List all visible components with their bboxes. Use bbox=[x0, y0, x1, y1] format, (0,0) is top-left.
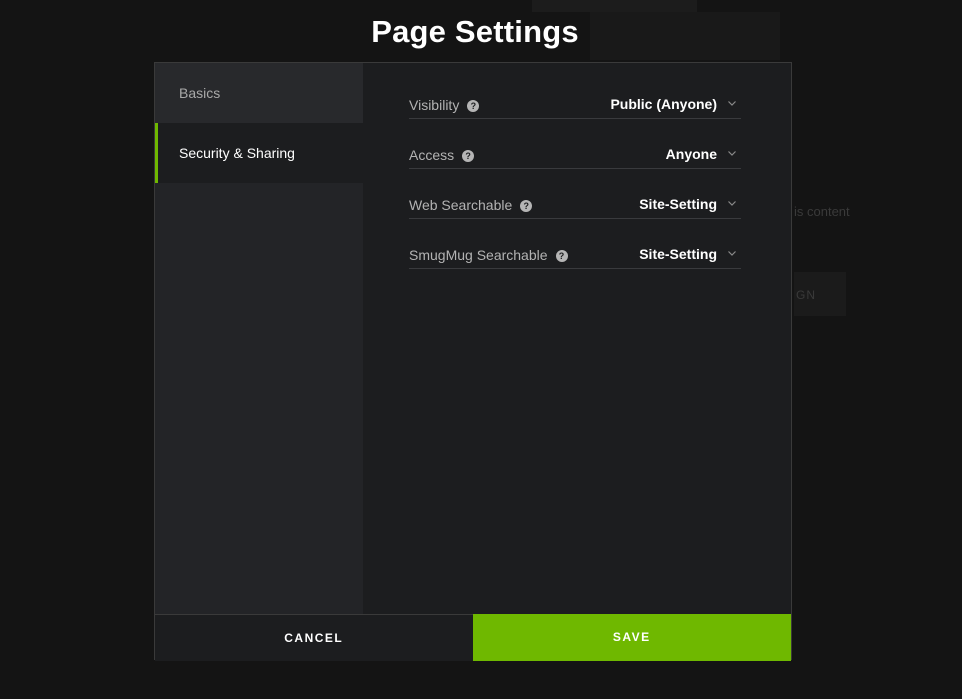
settings-content: Visibility? Public (Anyone) Access? Anyo… bbox=[409, 89, 741, 289]
setting-label: Web Searchable bbox=[409, 197, 513, 213]
web-searchable-select[interactable]: Site-Setting bbox=[639, 189, 741, 219]
setting-label: Visibility bbox=[409, 97, 460, 113]
chevron-down-icon bbox=[728, 201, 736, 206]
setting-label: SmugMug Searchable bbox=[409, 247, 548, 263]
select-value: Site-Setting bbox=[639, 246, 717, 262]
setting-label: Access bbox=[409, 147, 455, 163]
visibility-select[interactable]: Public (Anyone) bbox=[610, 89, 741, 119]
setting-row-smugmug-searchable: SmugMug Searchable? Site-Setting bbox=[409, 239, 741, 269]
help-icon[interactable]: ? bbox=[467, 100, 480, 112]
settings-sidebar: Basics Security & Sharing bbox=[155, 63, 363, 614]
page-settings-dialog: Basics Security & Sharing Visibility? Pu… bbox=[154, 62, 792, 661]
chevron-down-icon bbox=[728, 101, 736, 106]
access-select[interactable]: Anyone bbox=[666, 139, 741, 169]
select-value: Site-Setting bbox=[639, 196, 717, 212]
save-button[interactable]: SAVE bbox=[472, 614, 791, 661]
help-icon[interactable]: ? bbox=[555, 250, 568, 262]
sidebar-item-label: Security & Sharing bbox=[179, 145, 295, 161]
sidebar-item-basics[interactable]: Basics bbox=[155, 63, 363, 123]
background-element bbox=[532, 0, 697, 12]
sidebar-item-label: Basics bbox=[179, 85, 221, 101]
setting-row-access: Access? Anyone bbox=[409, 139, 741, 169]
smugmug-searchable-select[interactable]: Site-Setting bbox=[639, 239, 741, 269]
setting-row-web-searchable: Web Searchable? Site-Setting bbox=[409, 189, 741, 219]
setting-row-visibility: Visibility? Public (Anyone) bbox=[409, 89, 741, 119]
background-faded-text: is content bbox=[794, 204, 850, 219]
sidebar-item-security-sharing[interactable]: Security & Sharing bbox=[155, 123, 363, 183]
chevron-down-icon bbox=[728, 251, 736, 256]
page-title: Page Settings bbox=[371, 14, 579, 49]
cancel-button[interactable]: CANCEL bbox=[155, 615, 473, 661]
help-icon[interactable]: ? bbox=[520, 200, 533, 212]
dialog-footer: CANCEL SAVE bbox=[155, 614, 791, 661]
help-icon[interactable]: ? bbox=[462, 150, 475, 162]
select-value: Public (Anyone) bbox=[610, 96, 717, 112]
select-value: Anyone bbox=[665, 146, 717, 162]
chevron-down-icon bbox=[728, 151, 736, 156]
background-faded-text: GN bbox=[796, 288, 816, 302]
